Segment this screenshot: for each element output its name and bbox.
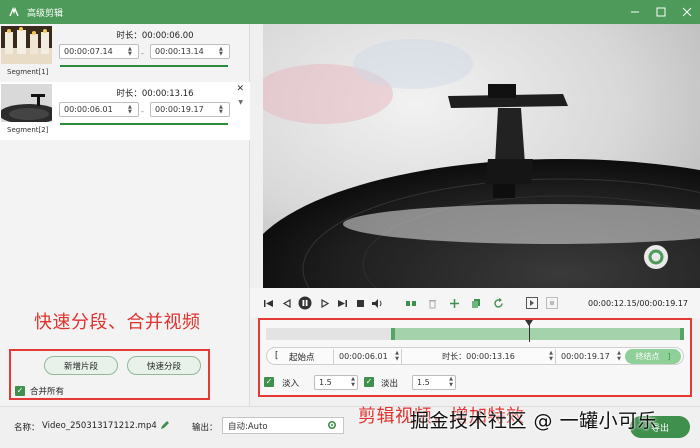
segment-item[interactable]: Segment[1] 时长：00:00:06.00 00:00:07.14 ▲ ▼… (0, 24, 250, 82)
app-logo-icon (7, 5, 21, 19)
spinner-icon[interactable]: ▲ ▼ (449, 376, 453, 388)
maximize-icon[interactable] (648, 0, 674, 24)
fade-in-label: 淡入 (282, 379, 300, 389)
annotation-left: 快速分段、合并视频 (34, 312, 201, 333)
quick-split-button[interactable]: 快速分段 (127, 356, 201, 375)
fade-in-value: 1.5 (319, 378, 332, 387)
duration-display: 时长：00:00:13.16 ▲ ▼ (401, 349, 555, 364)
add-segment-button[interactable]: 新增片段 (44, 356, 118, 375)
segment-start-value: 00:00:06.01 (64, 105, 113, 114)
fade-out-label: 淡出 (381, 379, 399, 389)
segment-thumbnail (1, 26, 52, 64)
prev-frame-icon[interactable] (280, 297, 292, 309)
segment-duration: 时长：00:00:06.00 (116, 31, 194, 41)
close-icon[interactable] (674, 0, 700, 24)
gear-icon[interactable] (327, 420, 337, 433)
end-point-button[interactable]: 终结点 ] (625, 349, 681, 364)
segment-end-value: 00:00:19.17 (155, 105, 204, 114)
range-row: [ 起始点 00:00:06.01 ▲ ▼ 时长：00:00:13.16 ▲ ▼ 0… (266, 347, 684, 365)
output-select[interactable]: 自动:Auto (222, 417, 344, 434)
chevron-down-icon[interactable]: ▼ (238, 99, 243, 106)
segment-start-input[interactable]: 00:00:07.14 ▲ ▼ (59, 44, 139, 59)
duration-value: 时长：00:00:13.16 (442, 352, 515, 361)
fade-out-input[interactable]: 1.5 ▲ ▼ (412, 375, 456, 390)
segment-start-input[interactable]: 00:00:06.01 ▲ ▼ (59, 102, 139, 117)
bracket-end-icon: ] (667, 352, 671, 361)
spinner-icon[interactable]: ▲ ▼ (617, 350, 621, 362)
end-point-button-label: 终结点 (635, 352, 660, 361)
end-point-input[interactable]: 00:00:19.17 ▲ ▼ (555, 349, 623, 364)
start-point-value: 00:00:06.01 (339, 352, 388, 361)
fade-in-checkbox[interactable]: ✓ (264, 377, 274, 387)
segment-end-input[interactable]: 00:00:19.17 ▲ ▼ (150, 102, 230, 117)
spinner-icon[interactable]: ▲ ▼ (351, 376, 355, 388)
mark-in-icon[interactable] (526, 297, 538, 309)
segment-panel: Segment[1] 时长：00:00:06.00 00:00:07.14 ▲ ▼… (0, 24, 250, 406)
timeline-selection[interactable] (391, 328, 684, 340)
name-label: 名称： (14, 423, 40, 433)
spinner-icon[interactable]: ▲ ▼ (219, 103, 227, 116)
segment-start-value: 00:00:07.14 (64, 47, 113, 56)
range-separator: - (141, 107, 144, 116)
segment-end-input[interactable]: 00:00:13.14 ▲ ▼ (150, 44, 230, 59)
segment-duration: 时长：00:00:13.16 (116, 89, 194, 99)
output-value: 自动:Auto (228, 421, 268, 432)
add-icon[interactable] (448, 297, 460, 309)
bracket-start-icon: [ (275, 351, 279, 361)
merge-all-checkbox[interactable]: ✓ (15, 386, 25, 396)
fade-out-value: 1.5 (417, 378, 430, 387)
segment-label: Segment[2] (7, 126, 49, 134)
spinner-icon[interactable]: ▲ ▼ (128, 103, 136, 116)
segment-thumbnail (1, 84, 52, 122)
range-separator: - (141, 49, 144, 58)
playback-controls: 00:00:12.15/00:00:19.17 (250, 288, 700, 318)
end-point-value: 00:00:19.17 (561, 352, 610, 361)
window-title: 高级剪辑 (27, 8, 64, 19)
advanced-editor-window: 高级剪辑 Segment[1] 时长：00:00:06.00 00:00:07.… (0, 0, 700, 448)
title-bar: 高级剪辑 (0, 0, 700, 24)
minimize-icon[interactable] (622, 0, 648, 24)
close-icon[interactable]: ✕ (236, 84, 244, 94)
start-point-label[interactable]: 起始点 (289, 351, 315, 363)
spinner-icon[interactable]: ▲ ▼ (128, 45, 136, 58)
delete-icon[interactable] (426, 297, 438, 309)
stop-icon[interactable] (354, 297, 366, 309)
mark-out-icon[interactable] (546, 297, 558, 309)
next-frame-icon[interactable] (319, 297, 331, 309)
to-end-icon[interactable] (336, 297, 348, 309)
rotate-icon[interactable] (492, 297, 504, 309)
edit-icon[interactable] (160, 420, 170, 433)
file-name: Video_250313171212.mp4 (42, 421, 157, 431)
output-label: 输出： (192, 423, 218, 433)
video-preview[interactable] (263, 24, 700, 288)
spinner-icon[interactable]: ▲ ▼ (549, 350, 553, 362)
volume-icon[interactable] (371, 297, 383, 309)
timeline-editor: [ 起始点 00:00:06.01 ▲ ▼ 时长：00:00:13.16 ▲ ▼ 0… (258, 318, 692, 397)
fade-out-checkbox[interactable]: ✓ (364, 377, 374, 387)
to-start-icon[interactable] (262, 297, 274, 309)
spinner-icon[interactable]: ▲ ▼ (219, 45, 227, 58)
segment-progress-bar (60, 123, 228, 125)
segment-item[interactable]: Segment[2] 时长：00:00:13.16 00:00:06.01 ▲ ▼… (0, 82, 250, 140)
playhead-handle[interactable] (525, 320, 534, 326)
segment-progress-bar (60, 65, 228, 67)
video-frame (263, 24, 700, 288)
pause-icon[interactable] (298, 296, 312, 310)
copy-icon[interactable] (470, 297, 482, 309)
watermark: 掘金技术社区 @ 一罐小可乐 (410, 410, 658, 432)
fade-in-input[interactable]: 1.5 ▲ ▼ (314, 375, 358, 390)
spinner-icon[interactable]: ▲ ▼ (395, 350, 399, 362)
merge-all-label: 合并所有 (30, 387, 65, 397)
playback-time: 00:00:12.15/00:00:19.17 (588, 299, 688, 308)
segment-label: Segment[1] (7, 68, 49, 76)
split-icon[interactable] (405, 297, 417, 309)
start-point-input[interactable]: 00:00:06.01 ▲ ▼ (333, 349, 401, 364)
segment-end-value: 00:00:13.14 (155, 47, 204, 56)
